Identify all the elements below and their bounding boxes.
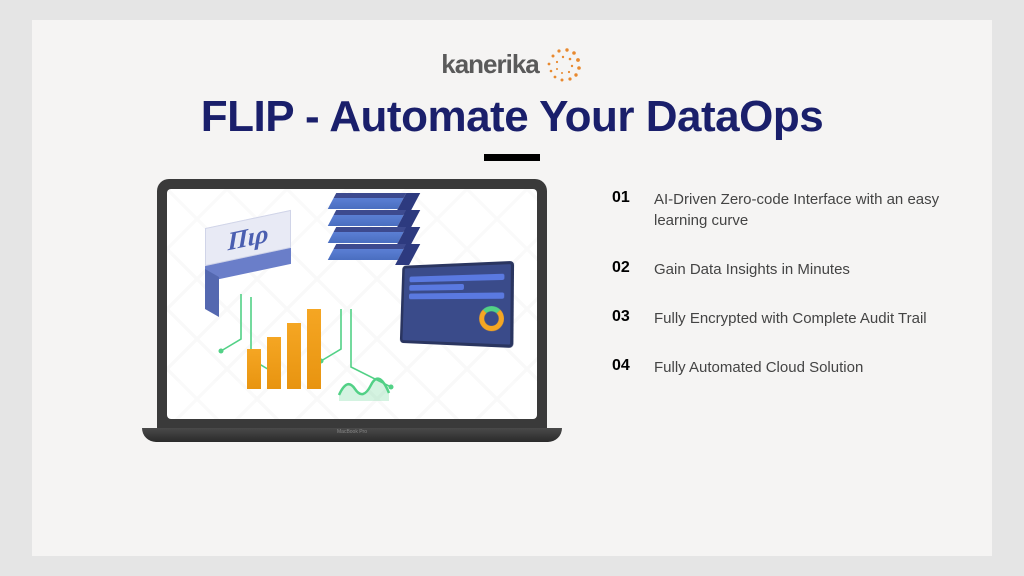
feature-text: Fully Encrypted with Complete Audit Trai… xyxy=(654,308,927,329)
feature-text: Fully Automated Cloud Solution xyxy=(654,357,863,378)
feature-text: AI-Driven Zero-code Interface with an ea… xyxy=(654,189,952,231)
logo-sunburst-icon xyxy=(543,44,583,84)
feature-number: 03 xyxy=(612,308,638,326)
feature-list: 01 AI-Driven Zero-code Interface with an… xyxy=(612,179,952,406)
content-row: Πιρ xyxy=(72,179,952,469)
feature-number: 01 xyxy=(612,189,638,207)
flip-cube-icon: Πιρ xyxy=(205,219,291,283)
feature-item: 02 Gain Data Insights in Minutes xyxy=(612,259,952,280)
feature-item: 03 Fully Encrypted with Complete Audit T… xyxy=(612,308,952,329)
laptop-screen-frame: Πιρ xyxy=(157,179,547,429)
title-underline xyxy=(484,154,540,161)
laptop-base: MacBook Pro xyxy=(142,428,562,442)
laptop-illustration: Πιρ xyxy=(142,179,562,469)
feature-item: 04 Fully Automated Cloud Solution xyxy=(612,357,952,378)
feature-number: 02 xyxy=(612,259,638,277)
server-stack-icon xyxy=(332,193,402,261)
bar-chart-icon xyxy=(247,309,321,389)
laptop-model-label: MacBook Pro xyxy=(337,429,367,435)
feature-text: Gain Data Insights in Minutes xyxy=(654,259,850,280)
logo: kanerika xyxy=(72,44,952,84)
dashboard-monitor-icon xyxy=(400,261,514,348)
slide-container: kanerika FLIP - Automate Your DataOps xyxy=(32,20,992,556)
wave-chart-icon xyxy=(337,375,393,401)
logo-text: kanerika xyxy=(441,49,539,80)
feature-item: 01 AI-Driven Zero-code Interface with an… xyxy=(612,189,952,231)
feature-number: 04 xyxy=(612,357,638,375)
donut-chart-icon xyxy=(479,306,504,331)
page-title: FLIP - Automate Your DataOps xyxy=(72,92,952,142)
laptop-screen: Πιρ xyxy=(167,189,537,419)
